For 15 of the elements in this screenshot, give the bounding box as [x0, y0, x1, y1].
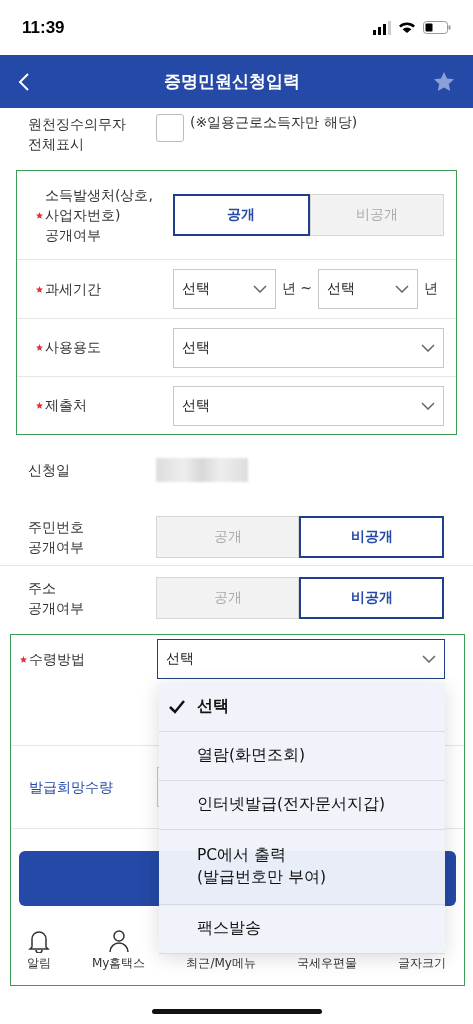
field-label: 신청일 [28, 460, 71, 480]
page-title: 증명민원신청입력 [163, 70, 300, 93]
field-label: 주민번호 공개여부 [28, 517, 85, 557]
field-label: 사용용도 [45, 338, 102, 358]
field-label: 원천징수의무자 전체표시 [28, 115, 127, 155]
field-label: 주소 공개여부 [28, 578, 85, 618]
field-label: 과세기간 [45, 279, 102, 299]
checkbox-note: (※일용근로소득자만 해당) [190, 114, 358, 132]
unit-label: 년 ~ [280, 280, 313, 298]
field-label: 발급희망수량 [29, 777, 114, 797]
field-label: 소득발생처(상호, 사업자번호) 공개여부 [45, 185, 154, 246]
unit-label: 년 [423, 280, 439, 298]
field-label: 수령방법 [29, 649, 86, 669]
field-label: 제출처 [45, 396, 88, 416]
status-time: 11:39 [22, 17, 65, 38]
